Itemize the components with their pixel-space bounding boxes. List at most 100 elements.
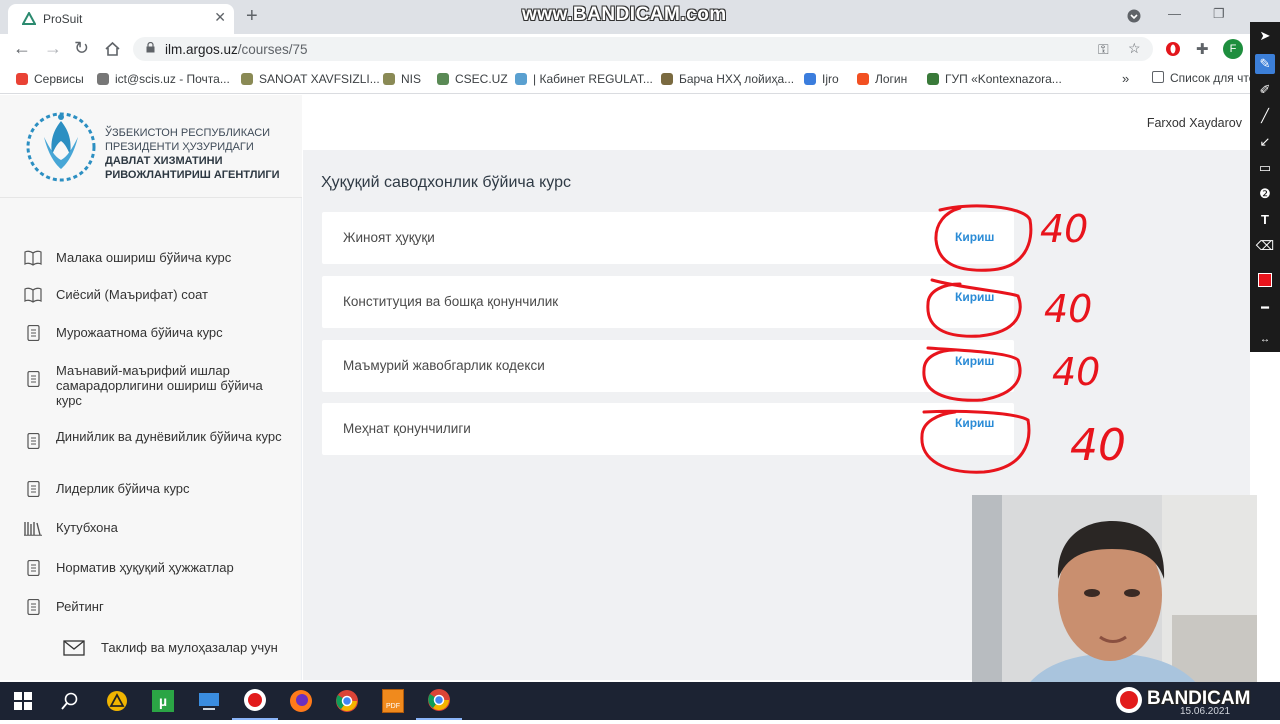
emblem-logo-icon: [26, 112, 96, 182]
sidebar-item-leadership-course[interactable]: Лидерлик бўйича курс: [24, 481, 190, 497]
bookmark-favicon-icon: [515, 73, 527, 85]
bookmark-item[interactable]: ict@scis.uz - Почта...: [97, 72, 230, 86]
bookmark-label: CSEC.UZ: [455, 72, 508, 86]
back-icon[interactable]: ←: [13, 38, 31, 59]
annotation-circle: [922, 346, 1022, 402]
document-icon: [27, 599, 40, 615]
sidebar-item-political-hour[interactable]: Сиёсий (Маърифат) соат: [24, 287, 208, 303]
opera-extension-icon[interactable]: [1165, 41, 1181, 57]
bookmark-label: Сервисы: [34, 72, 84, 86]
bookmarks-overflow-icon[interactable]: »: [1122, 71, 1129, 86]
bookmark-favicon-icon: [97, 73, 109, 85]
page-title: Ҳуқуқий саводхонлик бўйича курс: [321, 174, 571, 191]
highlighter-tool-icon[interactable]: ✐: [1255, 80, 1275, 100]
bookmark-favicon-icon: [804, 73, 816, 85]
close-tab-icon[interactable]: ✕: [214, 9, 226, 26]
text-tool-icon[interactable]: T: [1255, 210, 1275, 230]
bookmark-item[interactable]: SANOAT XAVFSIZLI...: [241, 72, 380, 86]
app-warning-icon[interactable]: [94, 682, 140, 720]
reading-list-icon: [1152, 71, 1164, 83]
sidebar-item-religion-course[interactable]: Динийлик ва дунёвийлик бўйича курс: [24, 429, 284, 449]
bookmark-favicon-icon: [383, 73, 395, 85]
book-icon: [24, 250, 42, 266]
sidebar-item-qualification-course[interactable]: Малака ошириш бўйича курс: [24, 250, 231, 266]
expand-toolbar-icon[interactable]: ↔: [1255, 330, 1275, 350]
reading-list[interactable]: Список для чте: [1152, 71, 1250, 85]
document-icon: [27, 433, 40, 449]
home-icon[interactable]: [104, 41, 121, 57]
bookmark-favicon-icon: [437, 73, 449, 85]
sidebar: ЎЗБЕКИСТОН РЕСПУБЛИКАСИ ПРЕЗИДЕНТИ ҲУЗУР…: [0, 95, 302, 680]
minimize-icon[interactable]: —: [1168, 6, 1181, 21]
bandicam-watermark: www.BANDICAM.com: [522, 4, 727, 25]
bookmark-item[interactable]: NIS: [383, 72, 421, 86]
reload-icon[interactable]: ↻: [74, 38, 89, 59]
drawing-toolbar: ➤ ✎ ✐ ╱ ↙ ▭ ❷ T ⌫ ━ ↔: [1250, 22, 1280, 352]
profile-avatar[interactable]: F: [1223, 39, 1243, 59]
search-icon[interactable]: [47, 682, 93, 720]
record-icon: [1116, 687, 1142, 713]
line-width-icon[interactable]: ━: [1255, 298, 1275, 318]
annotation-circle: [926, 278, 1022, 338]
bookmark-favicon-icon: [661, 73, 673, 85]
bookmark-item[interactable]: Логин: [857, 72, 907, 86]
remote-desktop-icon[interactable]: [186, 682, 232, 720]
annotation-circle: [920, 409, 1031, 474]
chrome-active-icon[interactable]: [416, 682, 462, 720]
bookmark-item[interactable]: | Кабинет REGULAT...: [515, 72, 653, 86]
number-tool-icon[interactable]: ❷: [1255, 184, 1275, 204]
bandicam-logo: BANDICAM: [1115, 686, 1265, 713]
bookmarks-bar: Сервисы ict@scis.uz - Почта... SANOAT XAVF…: [0, 64, 1250, 94]
extensions-puzzle-icon[interactable]: ✚: [1196, 40, 1209, 58]
annotation-mark: 40: [1070, 420, 1126, 471]
chrome-icon[interactable]: [324, 682, 370, 720]
course-name: Жиноят ҳуқуқи: [343, 230, 435, 245]
tab-title: ProSuit: [43, 12, 83, 26]
bookmark-label: Логин: [875, 72, 908, 86]
bandicam-app-icon[interactable]: [232, 682, 278, 720]
document-icon: [27, 481, 40, 497]
cursor-tool-icon[interactable]: ➤: [1255, 26, 1275, 46]
windows-start-icon[interactable]: [0, 682, 46, 720]
forward-icon[interactable]: →: [44, 38, 62, 59]
line-tool-icon[interactable]: ╱: [1255, 106, 1275, 126]
restore-icon[interactable]: ❐: [1213, 6, 1225, 22]
sidebar-item-rating[interactable]: Рейтинг: [24, 599, 104, 615]
url-text: ilm.argos.uz/courses/75: [165, 42, 308, 57]
sidebar-item-spiritual-course[interactable]: Маънавий-маърифий ишлар самарадорлигини …: [24, 363, 284, 408]
eraser-tool-icon[interactable]: ⌫: [1255, 236, 1275, 256]
browser-toolbar: ← → ↻ ilm.argos.uz/courses/75 ⚿ ☆ ✚ F: [0, 34, 1250, 64]
document-icon: [27, 371, 40, 387]
bookmark-item[interactable]: Барча НХҲ лойиҳа...: [661, 72, 794, 86]
tab-search-icon[interactable]: [1127, 9, 1141, 23]
bookmark-item[interactable]: Ijro: [804, 72, 839, 86]
user-name[interactable]: Farxod Xaydarov: [1147, 116, 1242, 130]
rectangle-tool-icon[interactable]: ▭: [1255, 158, 1275, 178]
annotation-mark: 40: [1052, 350, 1100, 394]
bookmark-item[interactable]: Сервисы: [16, 72, 84, 86]
pen-tool-icon[interactable]: ✎: [1255, 54, 1275, 74]
pdf-app-icon[interactable]: PDF: [370, 682, 416, 720]
bookmark-star-icon[interactable]: ☆: [1128, 40, 1141, 57]
bookmark-favicon-icon: [241, 73, 253, 85]
course-name: Меҳнат қонунчилиги: [343, 421, 471, 436]
sidebar-feedback-link[interactable]: Таклиф ва мулоҳазалар учун: [63, 640, 278, 656]
bookmark-favicon-icon: [16, 73, 28, 85]
bookmark-item[interactable]: ГУП «Kontexnazora...: [927, 72, 1062, 86]
bookmark-label: SANOAT XAVFSIZLI...: [259, 72, 380, 86]
browser-tab[interactable]: ProSuit ✕: [8, 4, 234, 34]
firefox-icon[interactable]: [278, 682, 324, 720]
new-tab-icon[interactable]: +: [246, 5, 258, 28]
color-picker[interactable]: [1255, 270, 1275, 290]
torrent-app-icon[interactable]: µ: [140, 682, 186, 720]
page-header: Farxod Xaydarov: [303, 95, 1250, 150]
course-name: Маъмурий жавобгарлик кодекси: [343, 358, 545, 373]
sidebar-item-appeal-course[interactable]: Мурожаатнома бўйича курс: [24, 325, 223, 341]
bookmark-item[interactable]: CSEC.UZ: [437, 72, 508, 86]
arrow-tool-icon[interactable]: ↙: [1255, 132, 1275, 152]
book-icon: [24, 287, 42, 303]
address-bar[interactable]: ilm.argos.uz/courses/75 ⚿ ☆: [133, 37, 1153, 61]
sidebar-item-library[interactable]: Кутубхона: [24, 520, 118, 536]
key-icon[interactable]: ⚿: [1098, 41, 1109, 58]
sidebar-item-normative-documents[interactable]: Норматив ҳуқуқий ҳужжатлар: [24, 560, 234, 576]
